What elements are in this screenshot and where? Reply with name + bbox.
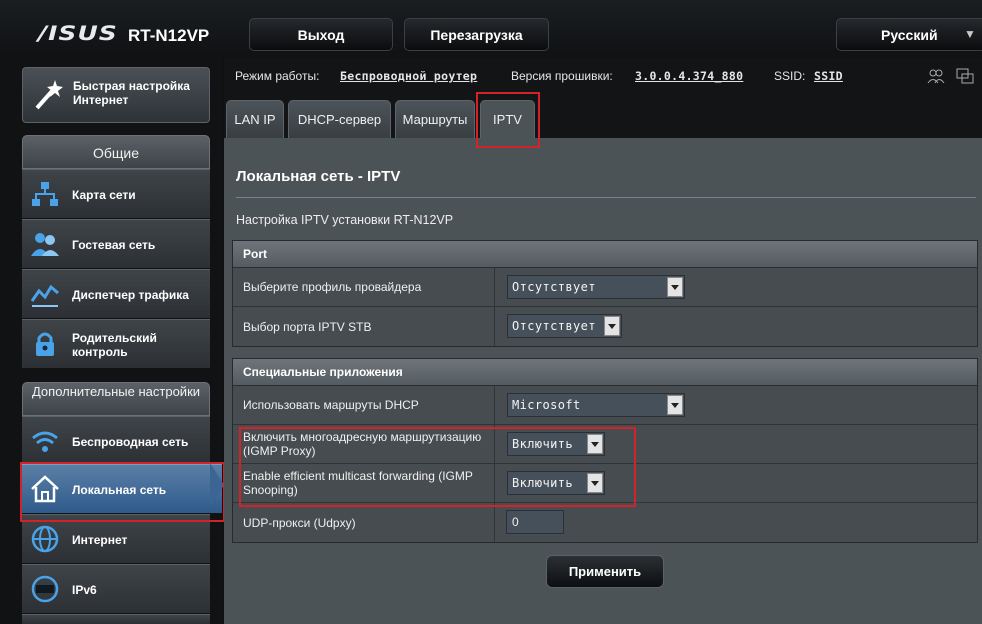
table-row: Выбор порта IPTV STB Отсутствует bbox=[233, 307, 977, 346]
select-value: Отсутствует bbox=[512, 319, 596, 333]
select-value: Отсутствует bbox=[512, 280, 596, 294]
page-title: Локальная сеть - IPTV bbox=[236, 168, 401, 185]
users-icon[interactable] bbox=[927, 68, 945, 84]
dhcp-routes-label: Использовать маршруты DHCP bbox=[233, 386, 495, 424]
tab-dhcp-server[interactable]: DHCP-сервер bbox=[288, 100, 391, 138]
status-bar: Режим работы: Беспроводной роутер Версия… bbox=[224, 58, 982, 94]
sidebar-item-label: Карта сети bbox=[72, 187, 136, 202]
udpxy-label: UDP-прокси (Udpxy) bbox=[233, 503, 495, 542]
firmware-label: Версия прошивки: bbox=[511, 69, 613, 83]
dropdown-arrow-icon bbox=[604, 316, 620, 336]
sidebar-item-more[interactable] bbox=[22, 614, 210, 624]
model-name: RT-N12VP bbox=[128, 26, 210, 45]
top-bar: /ISUS RT-N12VP Выход Перезагрузка Русски… bbox=[0, 0, 982, 58]
table-row: UDP-прокси (Udpxy) 0 bbox=[233, 503, 977, 542]
ssid-label: SSID: bbox=[774, 69, 806, 83]
advanced-section-title: Дополнительные настройки bbox=[22, 382, 210, 416]
page-description: Настройка IPTV установки RT-N12VP bbox=[236, 213, 454, 227]
tab-routes[interactable]: Маршруты bbox=[395, 100, 475, 138]
title-divider bbox=[236, 197, 976, 198]
dropdown-arrow-icon bbox=[667, 277, 683, 297]
sidebar-item-traffic-manager[interactable]: Диспетчер трафика bbox=[22, 269, 210, 318]
ssid-link[interactable]: SSID bbox=[814, 69, 843, 83]
firmware-link[interactable]: 3.0.0.4.374_880 bbox=[635, 69, 743, 83]
language-select[interactable]: Русский ▼ bbox=[836, 18, 982, 51]
select-value: Microsoft bbox=[512, 398, 581, 412]
main-panel: Режим работы: Беспроводной роутер Версия… bbox=[224, 58, 982, 624]
tab-bar: LAN IP DHCP-сервер Маршруты IPTV bbox=[224, 94, 982, 138]
quick-setup-button[interactable]: Быстрая настройка Интернет bbox=[22, 67, 210, 123]
logout-button[interactable]: Выход bbox=[249, 18, 393, 51]
sidebar-item-ipv6[interactable]: IPv6 bbox=[22, 564, 210, 613]
provider-profile-select[interactable]: Отсутствует bbox=[507, 275, 685, 299]
reboot-button[interactable]: Перезагрузка bbox=[404, 18, 549, 51]
sidebar-item-parental-control[interactable]: Родительский контроль bbox=[22, 319, 210, 368]
igmp-highlight-box bbox=[239, 427, 636, 507]
sidebar-item-label: Родительский контроль bbox=[72, 330, 157, 359]
wifi-icon bbox=[32, 431, 58, 452]
provider-profile-label: Выберите профиль провайдера bbox=[233, 268, 495, 306]
sidebar-item-guest-network[interactable]: Гостевая сеть bbox=[22, 219, 210, 268]
apps-section-title: Специальные приложения bbox=[233, 359, 977, 386]
quick-setup-label: Быстрая настройка Интернет bbox=[73, 79, 190, 107]
general-section-title: Общие bbox=[22, 135, 210, 169]
sidebar-item-label: Интернет bbox=[72, 532, 128, 547]
sidebar-item-label: IPv6 bbox=[72, 582, 97, 597]
sidebar-item-label: Беспроводная сеть bbox=[72, 434, 189, 449]
sidebar-item-wireless[interactable]: Беспроводная сеть bbox=[22, 416, 210, 465]
mode-link[interactable]: Беспроводной роутер bbox=[340, 69, 477, 83]
globe-icon bbox=[31, 525, 59, 553]
udpxy-input[interactable]: 0 bbox=[506, 510, 564, 534]
table-row: Использовать маршруты DHCP Microsoft bbox=[233, 386, 977, 425]
apply-button[interactable]: Применить bbox=[546, 555, 664, 588]
mode-label: Режим работы: bbox=[235, 69, 320, 83]
ipv6-icon bbox=[31, 575, 59, 603]
sidebar: Быстрая настройка Интернет Общие Карта с… bbox=[0, 58, 224, 624]
copy-icon[interactable] bbox=[956, 68, 974, 84]
sidebar-item-label: Гостевая сеть bbox=[72, 237, 156, 252]
lan-highlight-box bbox=[20, 462, 225, 522]
dropdown-arrow-icon bbox=[667, 395, 683, 415]
network-map-icon bbox=[32, 182, 58, 206]
guest-network-icon bbox=[31, 233, 59, 256]
magic-wand-icon bbox=[35, 80, 63, 110]
iptv-tab-highlight-box bbox=[476, 92, 540, 148]
port-section-title: Port bbox=[233, 241, 977, 268]
language-label: Русский bbox=[881, 27, 938, 43]
iptv-stb-port-select[interactable]: Отсутствует bbox=[507, 314, 622, 338]
sidebar-item-network-map[interactable]: Карта сети bbox=[22, 169, 210, 218]
parental-lock-icon bbox=[36, 332, 54, 356]
traffic-manager-icon bbox=[30, 284, 59, 307]
dhcp-routes-select[interactable]: Microsoft bbox=[507, 393, 685, 417]
chevron-down-icon: ▼ bbox=[964, 27, 976, 41]
port-table: Port Выберите профиль провайдера Отсутст… bbox=[232, 240, 978, 347]
sidebar-item-label: Диспетчер трафика bbox=[72, 287, 189, 302]
tab-lan-ip[interactable]: LAN IP bbox=[226, 100, 284, 138]
iptv-stb-port-label: Выбор порта IPTV STB bbox=[233, 307, 495, 346]
table-row: Выберите профиль провайдера Отсутствует bbox=[233, 268, 977, 307]
asus-logo: /ISUS bbox=[38, 22, 118, 45]
